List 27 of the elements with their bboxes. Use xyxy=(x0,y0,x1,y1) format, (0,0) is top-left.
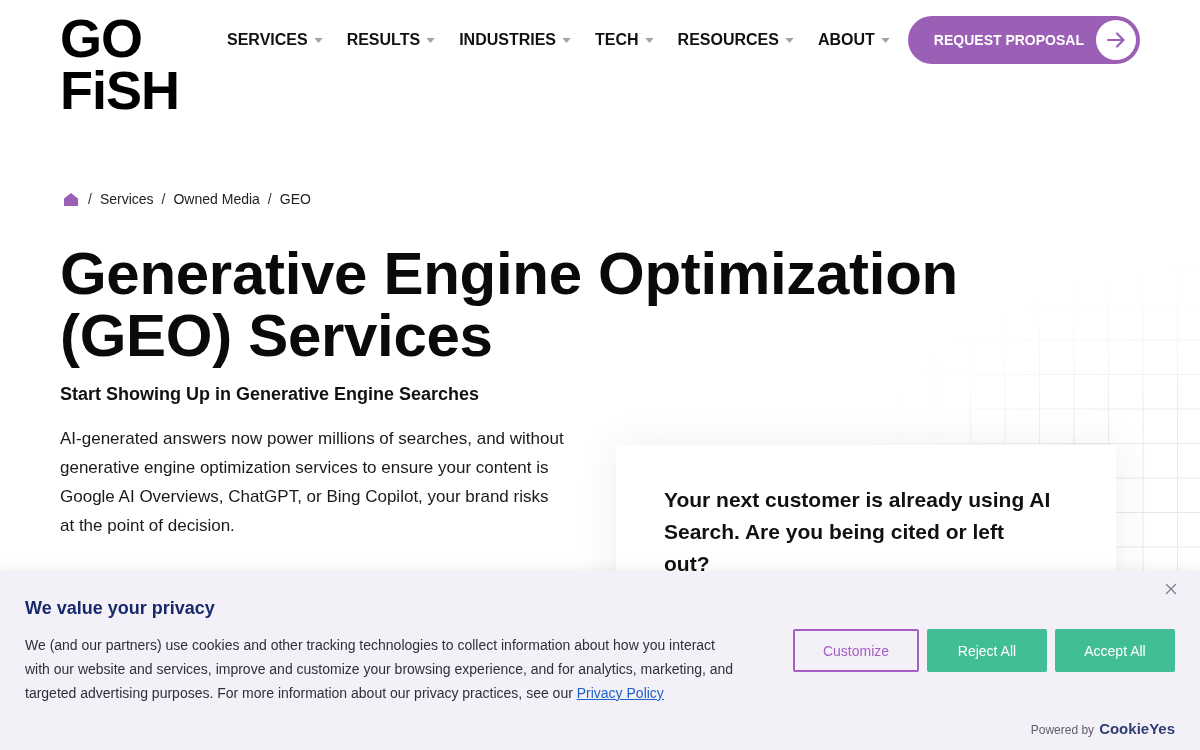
logo[interactable]: GO FiSH xyxy=(60,12,179,116)
close-icon xyxy=(1165,583,1177,595)
breadcrumb-separator: / xyxy=(161,191,166,207)
home-icon[interactable] xyxy=(64,192,78,206)
nav-link[interactable]: TECH xyxy=(595,31,654,49)
nav-link[interactable]: RESOURCES xyxy=(677,31,794,49)
nav-link[interactable]: INDUSTRIES xyxy=(459,31,572,49)
nav-link[interactable]: RESULTS xyxy=(346,31,436,49)
consent-text: We (and our partners) use cookies and other tracking technologies to collect information about how you interact with our website and services, improve and customize your browsing experience, and for analytics, marketing, and targeted advertising purposes. For more information about our privacy practices, see our Privacy Policy xyxy=(25,636,735,703)
breadcrumb-separator: / xyxy=(88,191,92,207)
customize-button[interactable]: Customize xyxy=(793,629,919,672)
powered-by-text: Powered by xyxy=(1030,723,1095,737)
breadcrumb-link[interactable]: Services xyxy=(99,191,154,207)
page-title: Generative Engine Optimization (GEO) Services xyxy=(60,243,959,367)
breadcrumb-link[interactable]: GEO xyxy=(279,191,311,207)
page-subtitle: Start Showing Up in Generative Engine Searches xyxy=(60,383,480,406)
request-proposal-button[interactable]: REQUEST PROPOSAL xyxy=(907,16,1140,64)
intro-paragraph: AI-generated answers now power millions of searches, and without generative engine optimization services to ensure your content is Google AI Overviews, ChatGPT, or Bing Copilot, your brand risks at the point of decision. xyxy=(60,428,564,537)
breadcrumb-separator: / xyxy=(267,191,272,207)
close-button[interactable] xyxy=(1165,583,1177,595)
privacy-policy-link[interactable]: Privacy Policy xyxy=(576,685,664,701)
cookieyes-logo[interactable]: CookieYes xyxy=(1099,720,1175,737)
banner-title: We value your privacy xyxy=(25,597,215,620)
callout-text: Your next customer is already using AI Search. Are you being cited or left out? xyxy=(664,487,1052,577)
nav-link[interactable]: ABOUT xyxy=(817,31,890,49)
nav-link[interactable]: SERVICES xyxy=(227,31,323,49)
breadcrumb-link[interactable]: Owned Media xyxy=(173,191,260,207)
